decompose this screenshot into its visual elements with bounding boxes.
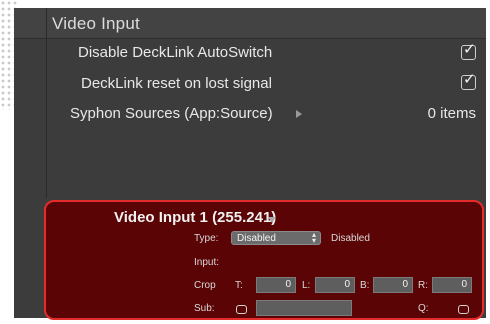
- decklink-autoswitch-label: Disable DeckLink AutoSwitch: [78, 44, 273, 61]
- checkmark-icon: ✓: [463, 70, 476, 88]
- panel-divider: [46, 8, 47, 198]
- q-checkbox[interactable]: [458, 305, 469, 314]
- section-header: Video Input: [14, 8, 486, 39]
- sub-checkbox[interactable]: [236, 305, 247, 314]
- section-title: Video Input: [52, 14, 140, 33]
- dropdown-arrow-icon[interactable]: [268, 217, 276, 223]
- syphon-sources-label[interactable]: Syphon Sources (App:Source): [70, 105, 273, 122]
- stepper-arrows-icon: ▴ ▾: [311, 230, 316, 245]
- type-status: Disabled: [331, 233, 370, 244]
- decklink-reset-label: DeckLink reset on lost signal: [81, 75, 272, 92]
- video-input-1-panel: Video Input 1 (255.241) Type: Disabled ▴…: [44, 200, 484, 320]
- decklink-autoswitch-checkbox[interactable]: ✓: [461, 40, 476, 60]
- q-label: Q:: [418, 303, 429, 314]
- crop-top-label: T:: [235, 280, 243, 291]
- crop-label: Crop: [194, 280, 216, 291]
- syphon-sources-count: 0 items: [427, 105, 476, 122]
- crop-right-label: R:: [418, 280, 428, 291]
- disclosure-arrow-icon[interactable]: [296, 110, 302, 118]
- type-select-value: Disabled: [237, 233, 276, 244]
- decklink-reset-checkbox[interactable]: ✓: [461, 70, 476, 90]
- crop-top-field[interactable]: 0: [256, 277, 296, 293]
- crop-left-label: L:: [302, 280, 311, 291]
- type-label: Type:: [194, 233, 219, 244]
- sub-label: Sub:: [194, 303, 215, 314]
- crop-bottom-field[interactable]: 0: [373, 277, 413, 293]
- crop-left-field[interactable]: 0: [315, 277, 355, 293]
- checkmark-icon: ✓: [463, 40, 476, 58]
- crop-right-field[interactable]: 0: [432, 277, 472, 293]
- input-label: Input:: [194, 257, 220, 268]
- sub-text-field[interactable]: [256, 300, 352, 316]
- type-select[interactable]: Disabled ▴ ▾: [231, 231, 321, 245]
- preferences-panel: Video Input Disable DeckLink AutoSwitch …: [14, 8, 486, 320]
- crop-bottom-label: B:: [360, 280, 370, 291]
- video-input-1-title[interactable]: Video Input 1 (255.241): [114, 209, 276, 226]
